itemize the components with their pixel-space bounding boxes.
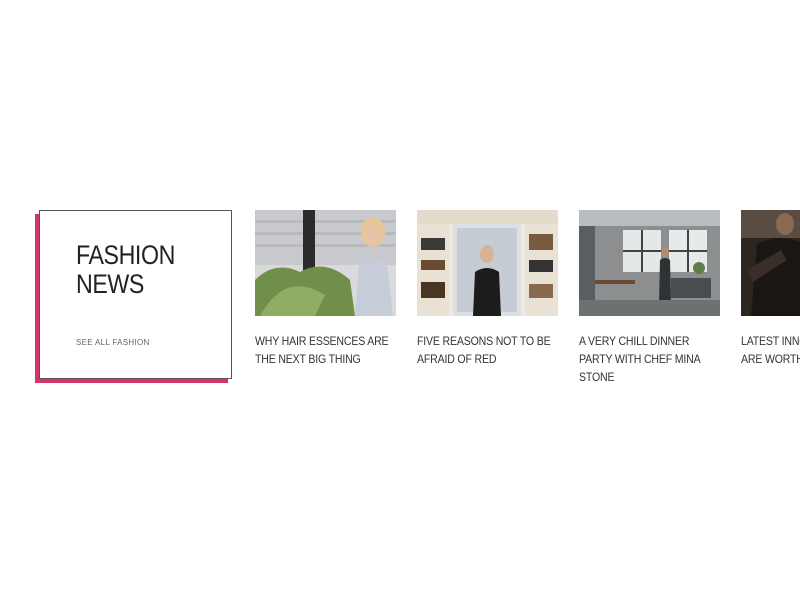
article-card[interactable]: FIVE REASONS NOT TO BE AFRAID OF RED: [417, 210, 558, 368]
article-thumbnail-link[interactable]: [255, 210, 396, 316]
article-thumbnail-link[interactable]: [579, 210, 720, 316]
woman-in-wardrobe-photo: [417, 210, 558, 316]
woman-with-plant-photo: [255, 210, 396, 316]
loft-kitchen-photo: [579, 210, 720, 316]
section-title-line1: FASHION: [76, 240, 175, 270]
article-title[interactable]: A VERY CHILL DINNER PARTY WITH CHEF MINA…: [579, 332, 720, 386]
article-card[interactable]: A VERY CHILL DINNER PARTY WITH CHEF MINA…: [579, 210, 720, 386]
dark-workshop-photo: [741, 210, 800, 316]
see-all-fashion-link[interactable]: SEE ALL FASHION: [76, 338, 150, 347]
article-title[interactable]: WHY HAIR ESSENCES ARE THE NEXT BIG THING: [255, 332, 396, 368]
section-title: FASHION NEWS: [76, 241, 205, 299]
article-thumbnail-link[interactable]: [417, 210, 558, 316]
section-title-line2: NEWS: [76, 269, 144, 299]
article-thumbnail-link[interactable]: [741, 210, 800, 316]
article-card[interactable]: WHY HAIR ESSENCES ARE THE NEXT BIG THING: [255, 210, 396, 368]
article-card[interactable]: LATEST INNOVATIONS THAT ARE WORTH IT: [741, 210, 800, 368]
article-title[interactable]: FIVE REASONS NOT TO BE AFRAID OF RED: [417, 332, 558, 368]
fashion-news-section: FASHION NEWS SEE ALL FASHION WHY HAIR ES…: [0, 0, 800, 600]
article-title[interactable]: LATEST INNOVATIONS THAT ARE WORTH IT: [741, 332, 800, 368]
fashion-news-card[interactable]: FASHION NEWS SEE ALL FASHION: [39, 210, 232, 379]
